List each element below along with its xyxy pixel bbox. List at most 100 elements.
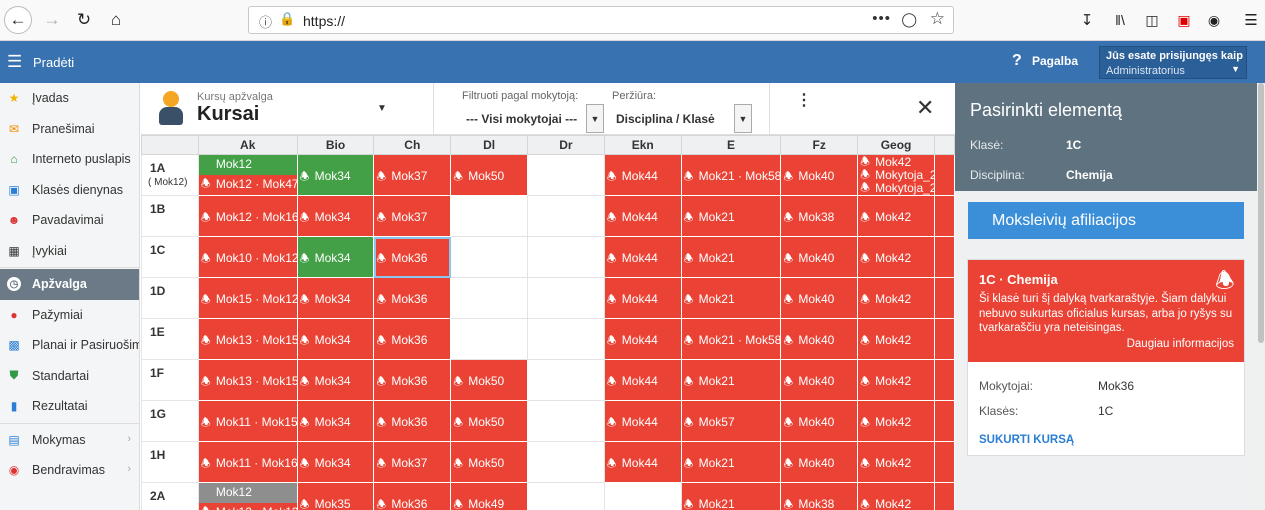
help-link[interactable]: Pagalba	[1032, 54, 1078, 68]
sidebar-item-klases-dienynas[interactable]: ▣ Klasės dienynas	[0, 175, 139, 206]
course-cell[interactable]: 🕭 Mok21 · Mok58	[680, 318, 782, 360]
more-info-link[interactable]: Daugiau informacijos	[1127, 338, 1234, 350]
course-cell[interactable]	[527, 359, 605, 401]
course-cell[interactable]: 🕭 Mok21	[680, 236, 782, 278]
course-cell[interactable]	[527, 154, 605, 196]
course-cell[interactable]: 🕭 Mok37	[373, 195, 452, 237]
column-header[interactable]: Bio	[296, 135, 375, 155]
course-cell[interactable]: 🕭 Mok40	[780, 236, 859, 278]
course-cell[interactable]: 🕭 Mok44	[603, 318, 682, 360]
sidebar-item-interneto-puslapis[interactable]: ⌂ Interneto puslapis	[0, 144, 139, 175]
column-header[interactable]: E	[680, 135, 782, 155]
course-cell[interactable]: 🕭 Mok36	[373, 236, 452, 278]
course-cell[interactable]: 🕭 Mok36	[373, 359, 452, 401]
help-icon[interactable]: ?	[1012, 52, 1022, 70]
sidebar-item-apzvalga[interactable]: ◷ Apžvalga	[0, 269, 139, 300]
course-cell[interactable]	[450, 277, 528, 319]
sidebar-icon[interactable]: ◫	[1138, 6, 1166, 34]
course-cell[interactable]: 🕭 Mok34	[296, 195, 375, 237]
course-cell[interactable]	[450, 318, 528, 360]
download-icon[interactable]: ↧	[1073, 6, 1101, 34]
course-cell[interactable]: 🕭 Mok44	[603, 359, 682, 401]
sidebar-item-pazymiai[interactable]: ● Pažymiai	[0, 300, 139, 331]
column-header[interactable]: Fz	[780, 135, 859, 155]
course-cell[interactable]: 🕭 Mok42	[857, 236, 935, 278]
column-header[interactable]: Dl	[450, 135, 528, 155]
course-cell[interactable]: 🕭 Mok34	[296, 277, 375, 319]
course-cell[interactable]: 🕭 Mok40	[780, 154, 859, 196]
course-cell[interactable]	[527, 441, 605, 483]
close-icon[interactable]: ✕	[916, 95, 934, 121]
course-cell[interactable]: 🕭 Mok34	[296, 400, 375, 442]
course-cell[interactable]: 🕭 Mok49	[450, 482, 528, 510]
course-cell[interactable]: 🕭 Mok44	[603, 441, 682, 483]
extension-icon[interactable]: ▣	[1170, 6, 1198, 34]
course-cell[interactable]: 🕭 Mok15 · Mok12	[197, 277, 298, 319]
column-header[interactable]: Geog	[857, 135, 935, 155]
course-cell[interactable]: 🕭 Mok44	[603, 195, 682, 237]
sidebar-item-planai[interactable]: ▩ Planai ir Pasiruošimas	[0, 330, 139, 361]
course-cell[interactable]	[527, 318, 605, 360]
course-cell[interactable]: 🕭 Mok21	[680, 441, 782, 483]
course-cell[interactable]: 🕭 Mok42	[857, 277, 935, 319]
course-cell[interactable]: 🕭 Mok34	[296, 236, 375, 278]
course-cell[interactable]: 🕭 Mok40	[780, 441, 859, 483]
course-cell[interactable]: Mok12 🕭Mok12 · Mok13	[197, 482, 298, 510]
course-cell[interactable]: 🕭 Mok44	[603, 154, 682, 196]
course-cell[interactable]	[527, 195, 605, 237]
course-cell[interactable]: 🕭 Mok13 · Mok15	[197, 359, 298, 401]
course-cell[interactable]: 🕭 Mok42 🕭 Mokytoja_2 🕭 Mokytoja_2	[857, 154, 935, 196]
student-affiliations-button[interactable]: Moksleivių afiliacijos	[968, 202, 1244, 239]
course-cell[interactable]: 🕭 Mok34	[296, 154, 375, 196]
sidebar-item-rezultatai[interactable]: ▮ Rezultatai	[0, 391, 139, 422]
course-cell[interactable]: 🕭 Mok40	[780, 359, 859, 401]
course-cell[interactable]: 🕭 Mok11 · Mok16	[197, 441, 298, 483]
course-cell[interactable]: 🕭 Mok12 · Mok16	[197, 195, 298, 237]
course-cell[interactable]: 🕭 Mok37	[373, 154, 452, 196]
account-icon[interactable]: ◉	[1200, 6, 1228, 34]
menu-label[interactable]: Pradėti	[33, 55, 74, 70]
info-icon[interactable]: ⓘ	[259, 12, 272, 31]
title-dropdown-icon[interactable]: ▼	[377, 103, 387, 114]
course-cell[interactable]: 🕭 Mok40	[780, 318, 859, 360]
back-icon[interactable]: ←	[4, 6, 32, 34]
sidebar-item-pranesimai[interactable]: ✉ Pranešimai	[0, 114, 139, 145]
course-cell[interactable]: 🕭 Mok34	[296, 441, 375, 483]
hamburger-menu-icon[interactable]: ☰	[1237, 6, 1265, 34]
course-cell[interactable]: 🕭 Mok44	[603, 400, 682, 442]
column-header[interactable]: Dr	[527, 135, 605, 155]
pocket-icon[interactable]: ◯	[901, 11, 917, 28]
course-cell[interactable]: Mok12 🕭 Mok12 · Mok47	[197, 154, 298, 196]
more-icon[interactable]: •••	[872, 10, 891, 27]
course-cell[interactable]: 🕭 Mok34	[296, 318, 375, 360]
view-select[interactable]: Disciplina / Klasė ▼	[609, 104, 752, 133]
course-cell[interactable]: 🕭 Mok42	[857, 359, 935, 401]
course-cell[interactable]: 🕭 Mok11 · Mok15	[197, 400, 298, 442]
url-bar[interactable]: ⓘ 🔒 https:// ••• ◯ ☆	[248, 6, 954, 34]
page-scrollbar[interactable]	[1257, 83, 1265, 510]
kebab-menu-icon[interactable]: ⋮	[796, 93, 812, 109]
create-course-link[interactable]: SUKURTI KURSĄ	[979, 434, 1074, 446]
course-cell[interactable]: 🕭 Mok42	[857, 318, 935, 360]
course-cell[interactable]	[527, 277, 605, 319]
column-header[interactable]: Ch	[373, 135, 452, 155]
login-box[interactable]: Jūs esate prisijungęs kaip Administrator…	[1099, 46, 1247, 79]
course-cell[interactable]: 🕭 Mok42	[857, 441, 935, 483]
course-cell[interactable]: 🕭 Mok57	[680, 400, 782, 442]
course-cell[interactable]: 🕭 Mok38	[780, 195, 859, 237]
course-cell[interactable]	[527, 482, 605, 510]
home-icon[interactable]: ⌂	[102, 6, 130, 34]
course-cell[interactable]: 🕭 Mok36	[373, 277, 452, 319]
sidebar-item-mokymas[interactable]: ▤ Mokymas ›	[0, 425, 139, 456]
course-cell[interactable]: 🕭 Mok50	[450, 359, 528, 401]
course-cell[interactable]	[527, 400, 605, 442]
sidebar-item-ivadas[interactable]: ★ Įvadas	[0, 83, 139, 114]
column-header[interactable]: Ekn	[603, 135, 682, 155]
course-cell[interactable]: 🕭 Mok21 · Mok58	[680, 154, 782, 196]
course-cell[interactable]	[450, 195, 528, 237]
bookmark-star-icon[interactable]: ☆	[930, 9, 945, 29]
course-cell[interactable]: 🕭 Mok37	[373, 441, 452, 483]
forward-icon[interactable]: →	[38, 6, 66, 34]
course-cell[interactable]: 🕭 Mok50	[450, 400, 528, 442]
teacher-filter-select[interactable]: --- Visi mokytojai --- ▼	[446, 104, 604, 133]
